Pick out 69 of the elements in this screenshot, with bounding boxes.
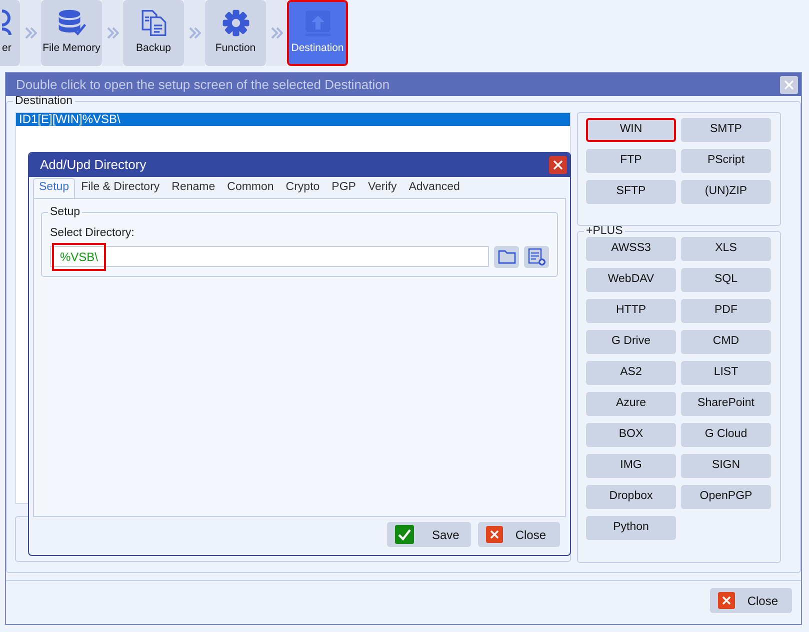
close-icon: [718, 592, 736, 609]
close-button[interactable]: [780, 76, 798, 94]
close-button[interactable]: Close: [478, 522, 560, 547]
toolbar-icon: [140, 9, 166, 38]
tab[interactable]: Common: [221, 178, 280, 198]
type-button[interactable]: PScript: [681, 148, 771, 172]
type-button[interactable]: WIN: [586, 118, 676, 142]
type-button[interactable]: SIGN: [681, 454, 771, 478]
type-button[interactable]: SQL: [681, 268, 771, 292]
chevron-icon: [106, 27, 118, 39]
tab[interactable]: File & Directory: [75, 178, 166, 198]
toolbar-icon: [222, 9, 250, 38]
type-button[interactable]: Python: [586, 516, 676, 540]
type-button[interactable]: BOX: [586, 423, 676, 447]
list-row[interactable]: ID1[E][WIN]%VSB\: [16, 112, 570, 126]
type-button[interactable]: G Drive: [586, 330, 676, 354]
group-title: Setup: [49, 207, 82, 218]
window-title: Double click to open the setup screen of the selected Destination: [16, 76, 390, 94]
toolbar-icon: [2, 9, 12, 38]
folder-icon: [498, 249, 516, 264]
type-button[interactable]: AS2: [586, 361, 676, 385]
toolbar-button[interactable]: er: [0, 0, 20, 66]
toolbar-icon: [56, 9, 86, 38]
field-label: Select Directory:: [50, 226, 134, 240]
type-button[interactable]: Dropbox: [586, 485, 676, 509]
close-button[interactable]: Close: [710, 588, 792, 613]
tab[interactable]: PGP: [326, 178, 362, 198]
type-button[interactable]: FTP: [586, 148, 676, 172]
type-button[interactable]: PDF: [681, 299, 771, 323]
chevron-icon: [188, 27, 200, 39]
tab[interactable]: Advanced: [402, 178, 466, 198]
type-button[interactable]: Azure: [586, 392, 676, 416]
list-add-icon: [528, 248, 546, 266]
type-button[interactable]: CMD: [681, 330, 771, 354]
group-title: +PLUS: [585, 226, 624, 237]
chevron-icon: [270, 27, 282, 39]
tab[interactable]: Crypto: [280, 178, 326, 198]
type-button[interactable]: SFTP: [586, 180, 676, 204]
type-button[interactable]: XLS: [681, 237, 771, 261]
type-button[interactable]: G Cloud: [681, 423, 771, 447]
type-button[interactable]: LIST: [681, 361, 771, 385]
type-button[interactable]: (UN)ZIP: [681, 180, 771, 204]
tab[interactable]: Rename: [166, 178, 222, 198]
check-icon: [394, 525, 414, 544]
toolbar-button[interactable]: File Memory: [41, 0, 102, 66]
directory-value: %VSB\: [52, 242, 106, 271]
type-button[interactable]: SharePoint: [681, 392, 771, 416]
type-button[interactable]: IMG: [586, 454, 676, 478]
type-button[interactable]: AWSS3: [586, 237, 676, 261]
toolbar-button[interactable]: Destination: [287, 0, 348, 66]
type-button[interactable]: HTTP: [586, 299, 676, 323]
dialog-title: Add/Upd Directory: [40, 156, 146, 174]
group-title: Destination: [14, 96, 74, 108]
close-icon: [553, 160, 563, 170]
toolbar-icon: [304, 9, 332, 38]
close-icon: [784, 80, 794, 90]
type-button[interactable]: WebDAV: [586, 268, 676, 292]
tab[interactable]: Verify: [362, 178, 403, 198]
tab[interactable]: Setup: [33, 178, 76, 198]
folder-button[interactable]: [494, 246, 519, 268]
chevron-icon: [24, 27, 36, 39]
type-button[interactable]: OpenPGP: [681, 485, 771, 509]
close-icon: [486, 526, 504, 543]
list-add-button[interactable]: [524, 246, 549, 268]
close-button[interactable]: [549, 156, 567, 174]
save-button[interactable]: Save: [386, 522, 472, 547]
type-button[interactable]: SMTP: [681, 118, 771, 142]
toolbar-button[interactable]: Backup: [123, 0, 184, 66]
toolbar-button[interactable]: Function: [205, 0, 266, 66]
